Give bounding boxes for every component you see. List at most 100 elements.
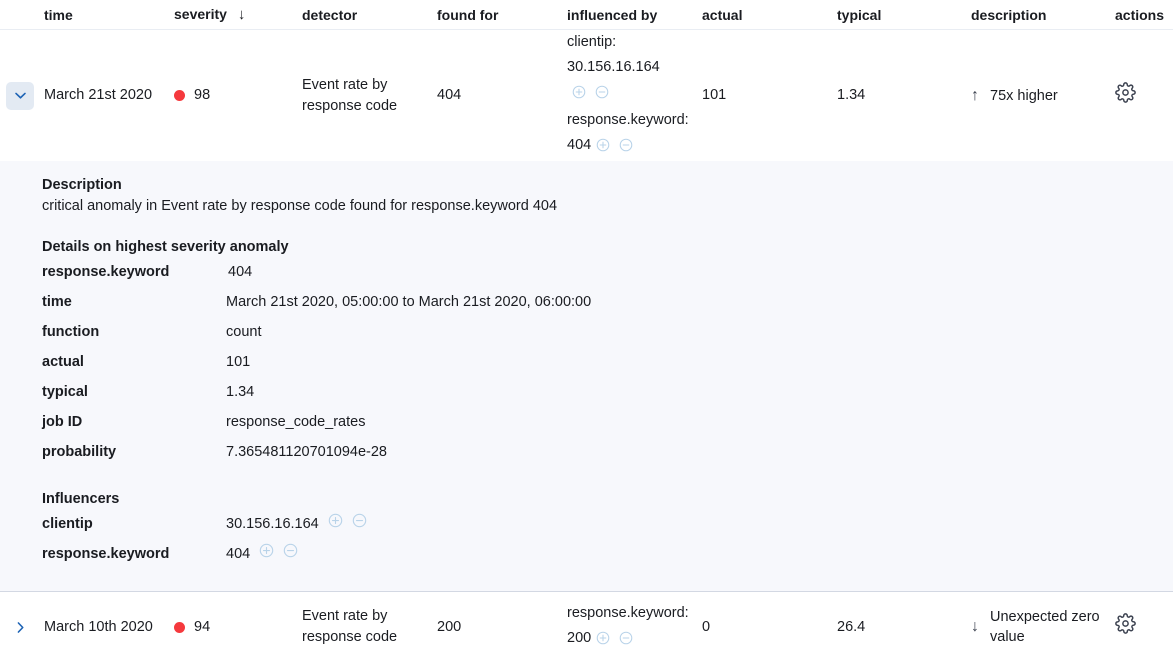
cell-description: ↑ 75x higher [971,86,1115,106]
detail-row-actual: actual 101 [42,347,1173,377]
detail-label: response.keyword [42,546,170,562]
row-detail-panel: Description critical anomaly in Event ra… [0,161,1173,592]
detail-value: 7.365481120701094e-28 [226,444,388,460]
cell-time: March 10th 2020 [44,618,153,635]
detail-label: clientip [42,516,93,532]
severity-value: 94 [194,618,211,635]
detail-label: time [42,294,72,310]
column-header-severity[interactable]: severity ↓ [174,6,302,23]
cell-typical: 1.34 [837,87,866,103]
detail-value: 101 [226,354,251,370]
arrow-down-icon: ↓ [971,618,979,635]
cell-detector: Event rate by response code [302,76,398,114]
influencer-entry: response.keyword: 200 [567,601,702,650]
column-header-typical[interactable]: typical [837,7,971,23]
cell-actions [1115,81,1173,110]
severity-dot-critical [174,90,185,101]
detail-label: job ID [42,414,83,430]
cell-time: March 21st 2020 [44,87,153,103]
detail-row-response-keyword: response.keyword 404 [42,257,1173,287]
detail-value: 30.156.16.164 [226,516,319,532]
gear-icon[interactable] [1115,81,1136,110]
cell-detector: Event rate by response code [302,608,398,645]
influencer-filter-controls [596,136,633,161]
cell-typical: 26.4 [837,618,866,635]
influencer-entry: response.keyword: 404 [567,108,702,161]
cell-severity: 98 [174,85,302,106]
minus-circle-icon[interactable] [619,136,633,161]
detail-value: response_code_rates [226,414,366,430]
description-text: Unexpected zero value [990,609,1100,645]
detail-description-heading: Description [42,177,122,193]
plus-circle-icon[interactable] [596,136,610,161]
row-expand-toggle[interactable] [6,81,34,110]
influencer-entry: clientip: 30.156.16.164 [567,30,702,80]
plus-circle-icon[interactable] [259,539,274,569]
cell-influenced-by: response.keyword: 200 [567,601,702,650]
cell-actual: 0 [702,618,711,635]
minus-circle-icon[interactable] [595,83,609,108]
influencer-filter-controls [572,83,609,108]
detail-row-probability: probability 7.365481120701094e-28 [42,437,1173,467]
chevron-right-icon [17,621,24,633]
detail-details-heading: Details on highest severity anomaly [42,239,289,255]
column-header-detector[interactable]: detector [302,7,437,23]
description-text: 75x higher [990,87,1058,104]
table-row[interactable]: March 10th 2020 94 Event rate by respons… [0,592,1173,650]
detail-value-group: 404 [226,539,298,569]
severity-value: 98 [194,87,211,103]
minus-circle-icon[interactable] [352,509,367,539]
expand-cell [0,613,44,641]
detail-row-function: function count [42,317,1173,347]
severity-dot-critical [174,621,185,633]
table-header-row: time severity ↓ detector found for influ… [0,0,1173,30]
detail-description-text: critical anomaly in Event rate by respon… [42,198,558,214]
cell-actions [1115,613,1173,641]
column-header-time[interactable]: time [44,7,174,23]
cell-influenced-by: clientip: 30.156.16.164 response.keyword… [567,30,702,161]
table-row[interactable]: March 21st 2020 98 Event rate by respons… [0,30,1173,161]
cell-severity: 94 [174,617,302,638]
cell-found-for: 200 [437,618,462,635]
detail-row-job-id: job ID response_code_rates [42,407,1173,437]
row-expand-toggle[interactable] [6,613,34,641]
sort-arrow-down-icon: ↓ [237,6,246,23]
arrow-up-icon: ↑ [971,86,979,104]
detail-row-time: time March 21st 2020, 05:00:00 to March … [42,287,1173,317]
detail-label: probability [42,444,117,460]
column-header-severity-label: severity [174,6,227,22]
anomaly-table: time severity ↓ detector found for influ… [0,0,1173,650]
influencer-text: clientip: 30.156.16.164 [567,34,660,75]
detail-value: count [226,324,262,340]
detail-value: 404 [228,264,253,280]
detail-label: function [42,324,100,340]
column-header-influenced-by[interactable]: influenced by [567,7,702,23]
plus-circle-icon[interactable] [596,629,610,650]
cell-actual: 101 [702,87,727,103]
column-header-actual[interactable]: actual [702,7,837,23]
cell-found-for: 404 [437,87,462,103]
detail-value: 404 [226,546,251,562]
detail-label: actual [42,354,84,370]
minus-circle-icon[interactable] [619,629,633,650]
column-header-description[interactable]: description [971,7,1115,23]
plus-circle-icon[interactable] [328,509,343,539]
column-header-found-for[interactable]: found for [437,7,567,23]
detail-value: 1.34 [226,384,255,400]
detail-influencer-row: clientip 30.156.16.164 [42,509,1173,539]
detail-value: March 21st 2020, 05:00:00 to March 21st … [226,294,592,310]
gear-icon[interactable] [1115,613,1136,641]
chevron-down-icon [14,92,26,99]
minus-circle-icon[interactable] [283,539,298,569]
cell-description: ↓ Unexpected zero value [971,607,1115,647]
detail-influencer-row: response.keyword 404 [42,539,1173,569]
detail-influencers-heading: Influencers [42,491,120,507]
detail-row-typical: typical 1.34 [42,377,1173,407]
plus-circle-icon[interactable] [572,83,586,108]
detail-value-group: 30.156.16.164 [226,509,367,539]
expand-cell [0,81,44,110]
detail-label: typical [42,384,88,400]
column-header-actions: actions [1115,6,1165,23]
influencer-filter-controls [596,629,633,650]
detail-label: response.keyword [42,264,170,280]
